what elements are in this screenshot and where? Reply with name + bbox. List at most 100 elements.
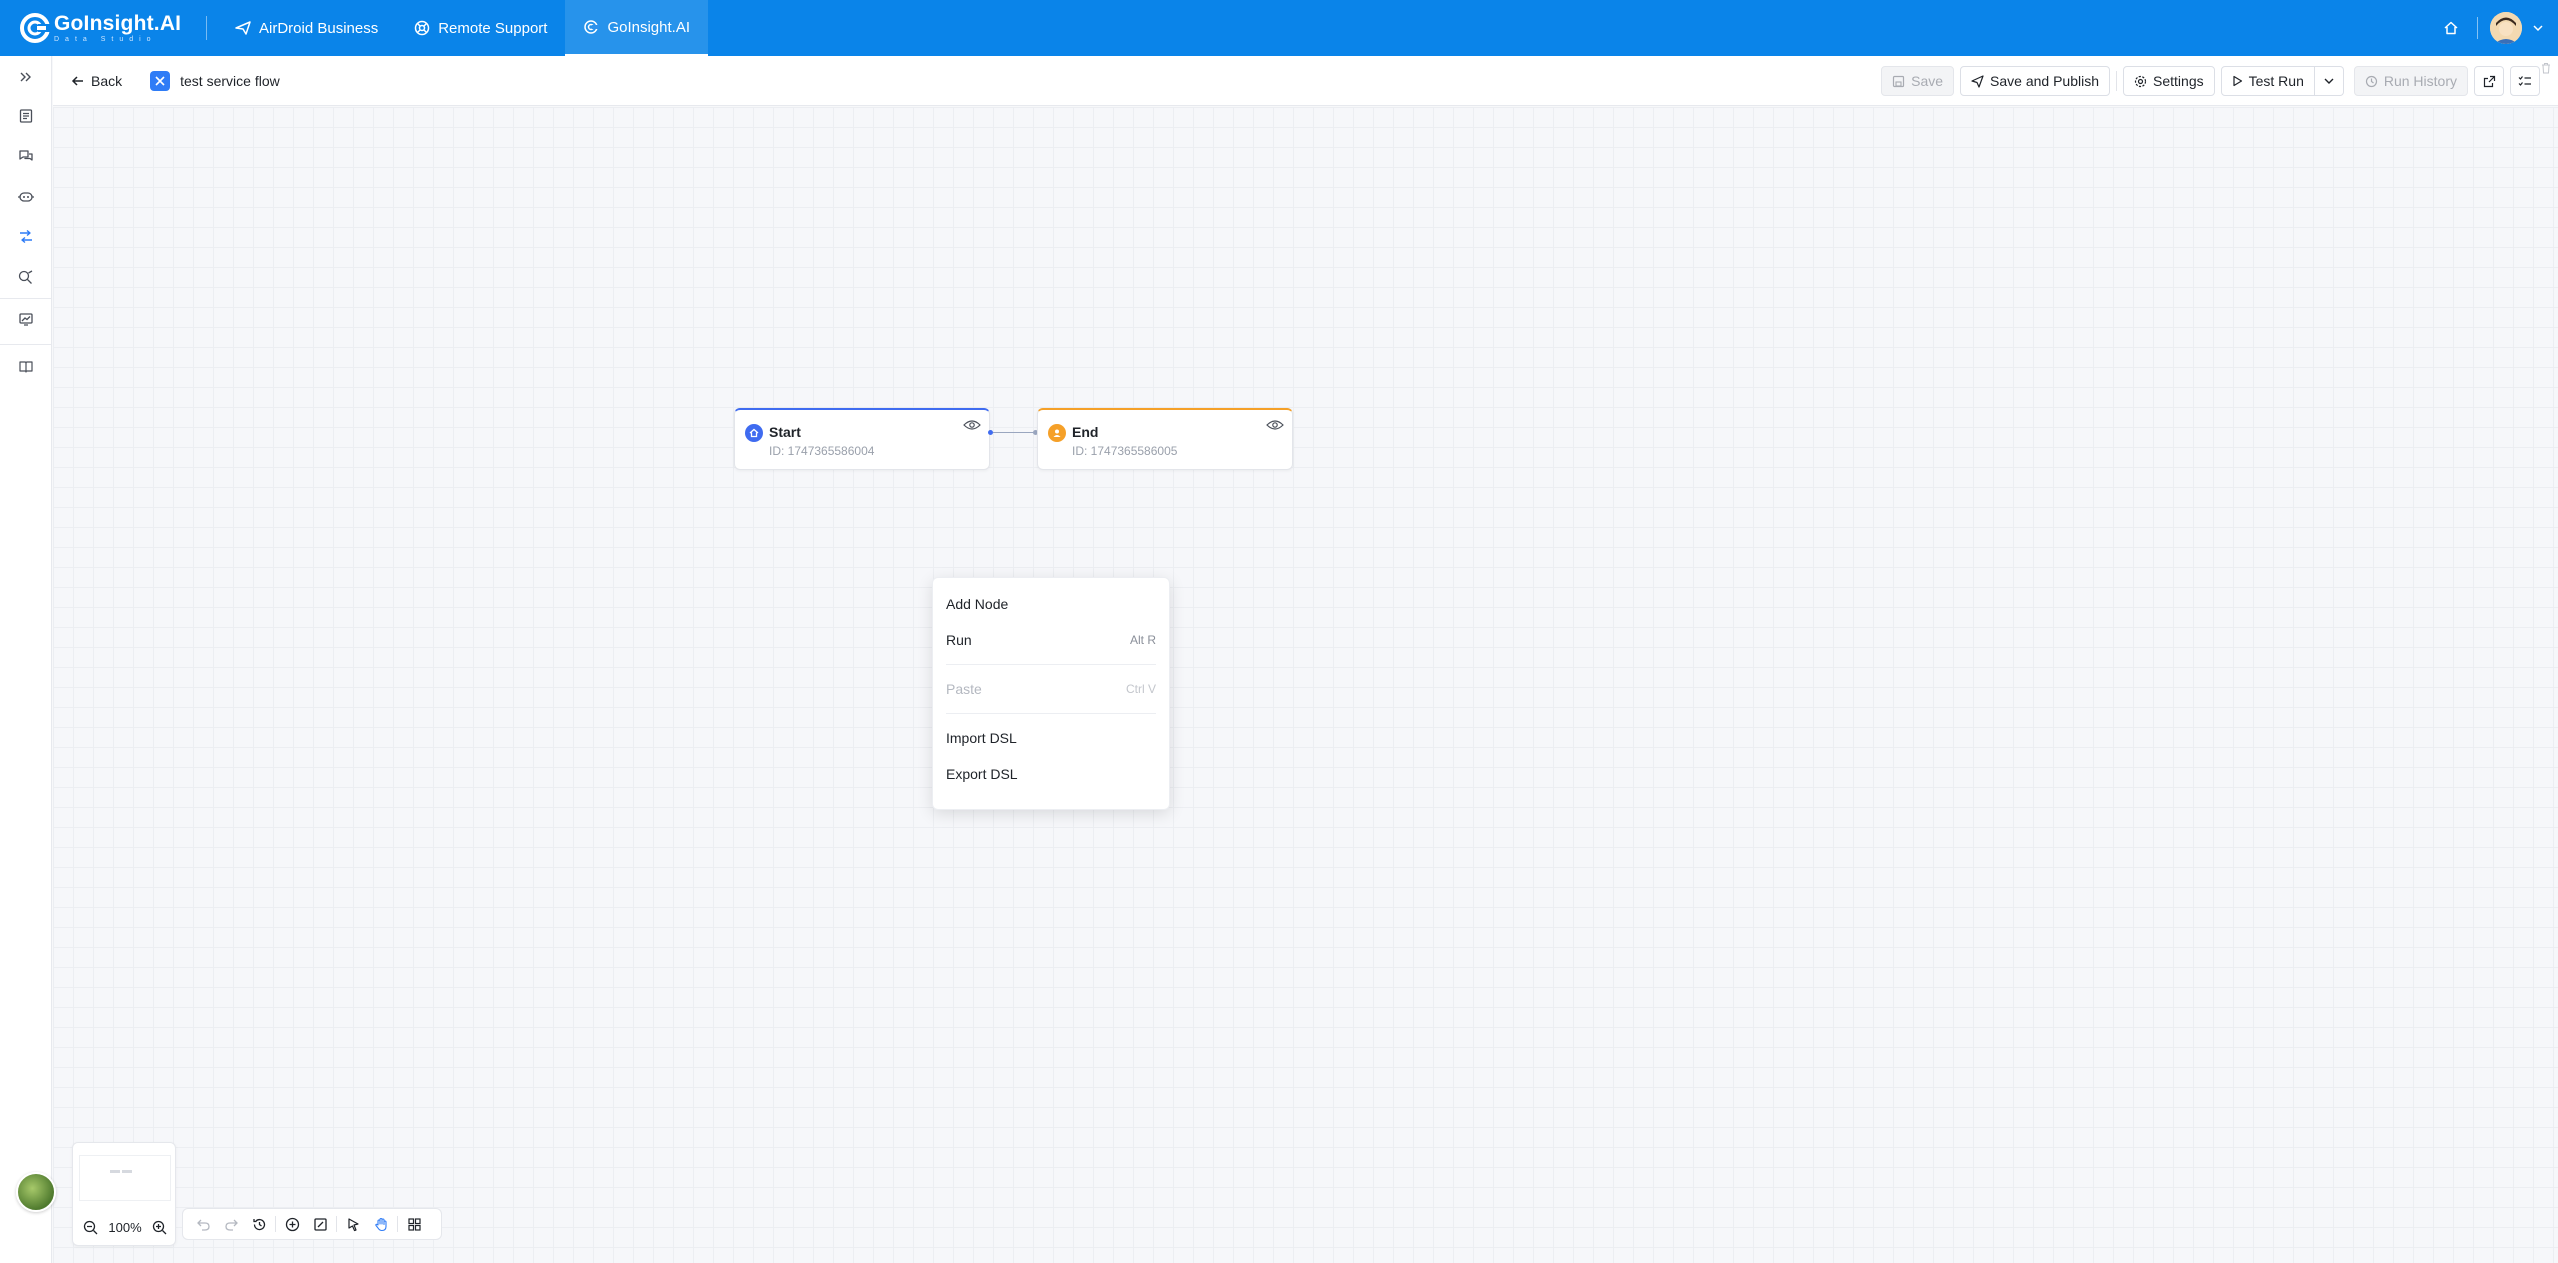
shortcut-hint: Alt R bbox=[1129, 633, 1156, 647]
save-label: Save bbox=[1911, 73, 1944, 89]
user-avatar-icon bbox=[2490, 12, 2522, 44]
tab-remote-support[interactable]: Remote Support bbox=[396, 0, 565, 56]
back-label: Back bbox=[91, 72, 123, 89]
user-avatar[interactable] bbox=[2490, 12, 2522, 44]
external-link-icon bbox=[2483, 75, 2495, 87]
goinsight-icon bbox=[584, 20, 600, 34]
rail-item-analytics[interactable] bbox=[13, 306, 39, 332]
divider bbox=[275, 1216, 276, 1232]
auto-layout-button[interactable] bbox=[400, 1210, 428, 1238]
menu-item-label: Paste bbox=[946, 681, 982, 697]
tab-airdroid-business[interactable]: AirDroid Business bbox=[217, 0, 396, 56]
divider bbox=[0, 298, 52, 299]
settings-label: Settings bbox=[2153, 73, 2204, 89]
goinsight-logo-icon bbox=[20, 13, 52, 43]
divider bbox=[946, 713, 1156, 714]
analytics-icon bbox=[19, 313, 33, 326]
save-and-publish-label: Save and Publish bbox=[1990, 73, 2100, 89]
open-external-button[interactable] bbox=[2474, 66, 2504, 96]
history-icon bbox=[252, 1218, 265, 1230]
send-icon bbox=[1971, 74, 1984, 88]
checklist-icon bbox=[2518, 75, 2531, 86]
home-icon[interactable] bbox=[2443, 20, 2459, 36]
menu-item-label: Run bbox=[946, 632, 972, 648]
menu-item-import-dsl[interactable]: Import DSL bbox=[933, 720, 1169, 756]
rail-item-tools[interactable] bbox=[13, 264, 39, 290]
left-rail bbox=[0, 56, 52, 1263]
wrench-cross-icon bbox=[155, 75, 165, 86]
document-icon bbox=[19, 109, 33, 123]
rail-item-docs-book[interactable] bbox=[13, 354, 39, 380]
end-node[interactable]: End ID: 1747365586005 bbox=[1037, 408, 1293, 470]
settings-button[interactable]: Settings bbox=[2123, 66, 2215, 96]
chevron-down-icon[interactable] bbox=[2532, 22, 2544, 34]
robot-icon bbox=[18, 192, 34, 202]
menu-item-label: Export DSL bbox=[946, 766, 1018, 782]
save-button[interactable]: Save bbox=[1881, 66, 1955, 96]
pointer-mode-button[interactable] bbox=[339, 1210, 367, 1238]
start-node[interactable]: Start ID: 1747365586004 bbox=[734, 408, 990, 470]
rail-item-chat[interactable] bbox=[13, 143, 39, 169]
run-history-button[interactable]: Run History bbox=[2353, 66, 2468, 96]
add-note-button[interactable] bbox=[306, 1210, 334, 1238]
tools-icon bbox=[18, 270, 33, 284]
zoom-out-icon[interactable] bbox=[83, 1220, 98, 1235]
hand-mode-button[interactable] bbox=[367, 1210, 395, 1238]
undo-button[interactable] bbox=[189, 1210, 217, 1238]
checklist-button[interactable] bbox=[2510, 66, 2540, 96]
rail-item-documents[interactable] bbox=[13, 103, 39, 129]
book-icon bbox=[19, 361, 33, 373]
workflow-canvas[interactable]: Start ID: 1747365586004 End ID: 17473655… bbox=[53, 107, 2558, 1263]
menu-item-paste[interactable]: Paste Ctrl V bbox=[933, 671, 1169, 707]
canvas-context-menu: Add Node Run Alt R Paste Ctrl V Import D… bbox=[932, 577, 1170, 810]
brand-name: GoInsight.AI bbox=[54, 12, 182, 35]
back-button[interactable]: Back bbox=[71, 73, 122, 89]
paper-plane-icon bbox=[235, 21, 251, 35]
zoom-in-icon[interactable] bbox=[152, 1220, 167, 1235]
flow-title[interactable]: test service flow bbox=[180, 73, 280, 89]
rail-item-agents[interactable] bbox=[13, 184, 39, 210]
add-node-button[interactable] bbox=[278, 1210, 306, 1238]
node-id: ID: 1747365586005 bbox=[1072, 444, 1178, 458]
tab-label: AirDroid Business bbox=[259, 19, 379, 37]
rail-item-workflows[interactable] bbox=[13, 224, 39, 250]
test-run-label: Test Run bbox=[2248, 73, 2304, 89]
save-and-publish-button[interactable]: Save and Publish bbox=[1960, 66, 2111, 96]
arrow-left-icon bbox=[71, 75, 83, 86]
undo-icon bbox=[196, 1219, 210, 1231]
eye-icon[interactable] bbox=[1266, 418, 1284, 432]
zoom-level[interactable]: 100% bbox=[108, 1220, 141, 1235]
editor-header: Back test service flow Save Save and Pub… bbox=[53, 56, 2558, 106]
menu-item-add-node[interactable]: Add Node bbox=[933, 586, 1169, 622]
zoom-controls: 100% bbox=[79, 1213, 171, 1241]
divider bbox=[397, 1216, 398, 1232]
top-bar: GoInsight.AI Data Studio AirDroid Busine… bbox=[0, 0, 2558, 56]
redo-button[interactable] bbox=[217, 1210, 245, 1238]
canvas-toolbar bbox=[182, 1208, 442, 1240]
node-title: End bbox=[1072, 424, 1099, 440]
trash-icon[interactable] bbox=[2540, 62, 2552, 74]
tab-goinsight-ai[interactable]: GoInsight.AI bbox=[565, 0, 708, 56]
version-history-button[interactable] bbox=[245, 1210, 273, 1238]
double-chevron-right-icon bbox=[20, 72, 31, 82]
brand-logo[interactable]: GoInsight.AI Data Studio bbox=[0, 0, 196, 56]
divider bbox=[0, 344, 52, 345]
user-icon bbox=[1048, 424, 1066, 442]
redo-icon bbox=[224, 1219, 238, 1231]
chat-bubbles-icon bbox=[19, 150, 33, 161]
play-icon bbox=[2233, 75, 2242, 87]
workflow-icon bbox=[20, 229, 32, 244]
layout-grid-icon bbox=[407, 1217, 421, 1231]
menu-item-export-dsl[interactable]: Export DSL bbox=[933, 756, 1169, 792]
assistant-avatar[interactable] bbox=[16, 1172, 56, 1212]
minimap[interactable]: 100% bbox=[72, 1142, 176, 1246]
minimap-viewport[interactable] bbox=[79, 1155, 171, 1201]
history-icon bbox=[2365, 75, 2377, 87]
expand-sidebar-button[interactable] bbox=[13, 64, 39, 90]
test-run-button[interactable]: Test Run bbox=[2220, 66, 2315, 96]
edge-start-end[interactable] bbox=[993, 432, 1035, 433]
menu-item-run[interactable]: Run Alt R bbox=[933, 622, 1169, 658]
test-run-options-button[interactable] bbox=[2314, 66, 2344, 96]
gear-icon bbox=[2134, 75, 2147, 87]
eye-icon[interactable] bbox=[963, 418, 981, 432]
